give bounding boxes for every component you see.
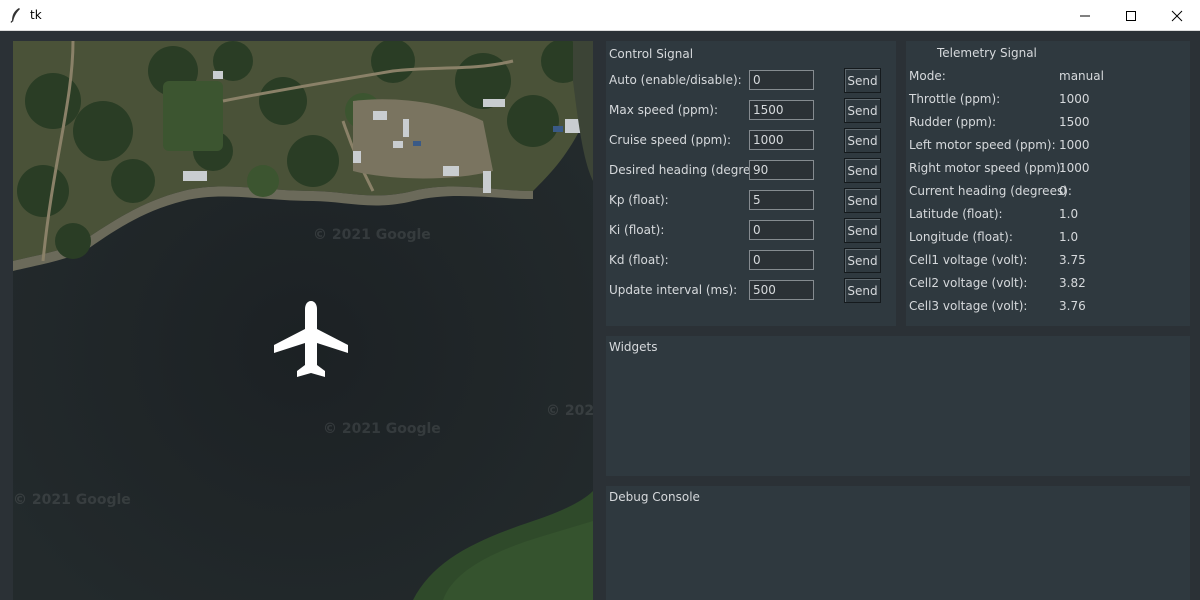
telemetry-value-right-motor: 1000 xyxy=(1059,161,1090,175)
send-ki-button[interactable]: Send xyxy=(844,218,881,243)
control-label-update-interval: Update interval (ms): xyxy=(609,283,738,297)
desired-heading-input[interactable] xyxy=(749,160,814,180)
send-update-interval-button[interactable]: Send xyxy=(844,278,881,303)
control-label-cruise-speed: Cruise speed (ppm): xyxy=(609,133,732,147)
maximize-icon xyxy=(1126,10,1136,21)
send-max-speed-button[interactable]: Send xyxy=(844,98,881,123)
telemetry-label-current-heading: Current heading (degrees): xyxy=(909,184,1072,198)
map-watermark: © 2021 Google xyxy=(323,421,441,437)
kp-input[interactable] xyxy=(749,190,814,210)
telemetry-value-rudder: 1500 xyxy=(1059,115,1090,129)
telemetry-value-left-motor: 1000 xyxy=(1059,138,1090,152)
airplane-icon[interactable] xyxy=(271,299,351,383)
telemetry-label-latitude: Latitude (float): xyxy=(909,207,1003,221)
control-label-max-speed: Max speed (ppm): xyxy=(609,103,719,117)
telemetry-label-left-motor: Left motor speed (ppm): xyxy=(909,138,1056,152)
map-watermark: © 2021 Google xyxy=(313,227,431,243)
telemetry-label-longitude: Longitude (float): xyxy=(909,230,1013,244)
debug-console-panel[interactable]: Debug Console xyxy=(606,486,1190,600)
telemetry-value-throttle: 1000 xyxy=(1059,92,1090,106)
telemetry-label-throttle: Throttle (ppm): xyxy=(909,92,1001,106)
control-signal-title: Control Signal xyxy=(609,47,694,61)
control-label-kd: Kd (float): xyxy=(609,253,669,267)
title-bar: tk xyxy=(0,0,1200,31)
send-cruise-speed-button[interactable]: Send xyxy=(844,128,881,153)
close-icon xyxy=(1171,10,1183,21)
telemetry-label-cell2: Cell2 voltage (volt): xyxy=(909,276,1028,290)
send-desired-heading-button[interactable]: Send xyxy=(844,158,881,183)
maximize-button[interactable] xyxy=(1108,0,1154,31)
feather-icon xyxy=(10,8,20,23)
telemetry-value-latitude: 1.0 xyxy=(1059,207,1079,221)
max-speed-input[interactable] xyxy=(749,100,814,120)
map-watermark: © 202 xyxy=(546,403,593,419)
telemetry-value-cell2: 3.82 xyxy=(1059,276,1086,290)
telemetry-value-cell1: 3.75 xyxy=(1059,253,1086,267)
control-label-auto: Auto (enable/disable): xyxy=(609,73,742,87)
telemetry-label-mode: Mode: xyxy=(909,69,946,83)
kd-input[interactable] xyxy=(749,250,814,270)
control-label-ki: Ki (float): xyxy=(609,223,665,237)
telemetry-value-current-heading: 0 xyxy=(1059,184,1067,198)
ki-input[interactable] xyxy=(749,220,814,240)
map-watermark: © 2021 Google xyxy=(13,492,131,508)
telemetry-label-cell1: Cell1 voltage (volt): xyxy=(909,253,1028,267)
close-button[interactable] xyxy=(1154,0,1200,31)
telemetry-label-rudder: Rudder (ppm): xyxy=(909,115,997,129)
control-signal-panel: Control Signal Auto (enable/disable): Se… xyxy=(606,41,896,326)
send-auto-button[interactable]: Send xyxy=(844,68,881,93)
minimize-button[interactable] xyxy=(1062,0,1108,31)
telemetry-signal-panel: Telemetry Signal Mode: manual Throttle (… xyxy=(906,41,1190,326)
control-label-kp: Kp (float): xyxy=(609,193,669,207)
telemetry-label-right-motor: Right motor speed (ppm): xyxy=(909,161,1065,175)
send-kd-button[interactable]: Send xyxy=(844,248,881,273)
control-label-desired-heading: Desired heading (degree): xyxy=(609,163,767,177)
debug-console-title: Debug Console xyxy=(609,490,700,504)
widgets-panel: Widgets xyxy=(606,336,1190,476)
telemetry-label-cell3: Cell3 voltage (volt): xyxy=(909,299,1028,313)
telemetry-value-cell3: 3.76 xyxy=(1059,299,1086,313)
satellite-map[interactable]: © 2021 Google © 2021 Google © 2021 Googl… xyxy=(13,41,593,600)
send-kp-button[interactable]: Send xyxy=(844,188,881,213)
telemetry-value-longitude: 1.0 xyxy=(1059,230,1079,244)
telemetry-signal-title: Telemetry Signal xyxy=(937,46,1037,60)
window-title: tk xyxy=(30,8,42,22)
telemetry-value-mode: manual xyxy=(1059,69,1104,83)
minimize-icon xyxy=(1080,15,1090,16)
auto-input[interactable] xyxy=(749,70,814,90)
widgets-title: Widgets xyxy=(609,340,658,354)
update-interval-input[interactable] xyxy=(749,280,814,300)
cruise-speed-input[interactable] xyxy=(749,130,814,150)
